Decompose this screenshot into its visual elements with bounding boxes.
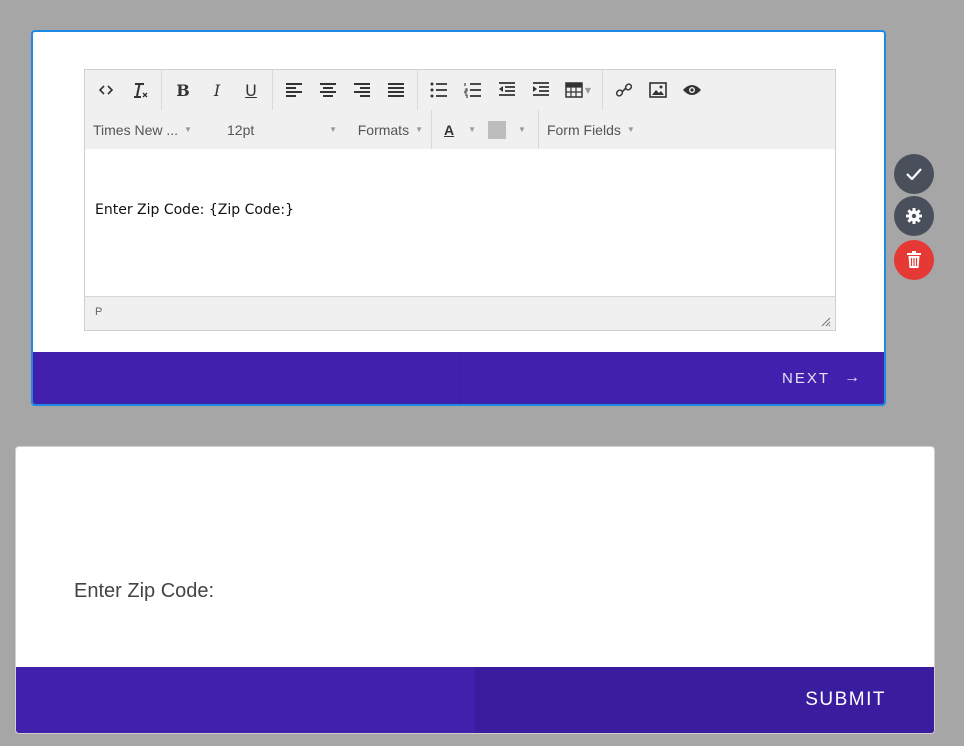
next-button-label: NEXT [781, 369, 830, 387]
table-icon[interactable]: ▼ [561, 76, 595, 104]
editor-content-area[interactable]: Enter Zip Code: {Zip Code:} [85, 149, 835, 296]
chevron-down-icon: ▼ [518, 125, 526, 134]
settings-button[interactable] [894, 196, 934, 236]
align-left-icon[interactable] [280, 76, 308, 104]
resize-handle-icon[interactable] [821, 317, 831, 327]
chevron-down-icon: ▼ [626, 125, 635, 134]
image-icon[interactable] [644, 76, 672, 104]
toolbar-group-source [85, 70, 162, 110]
zip-code-label: Enter Zip Code: [74, 580, 215, 602]
formats-dropdown[interactable]: Formats ▼ [345, 110, 431, 149]
numbered-list-icon[interactable] [459, 76, 487, 104]
toolbar-group-insert [603, 70, 713, 110]
preview-card: Enter Zip Code: SUBMIT [15, 446, 935, 734]
delete-button[interactable] [894, 240, 934, 280]
editor-status-bar: P [85, 296, 835, 330]
arrow-right-icon: → [844, 369, 860, 386]
toolbar-row-1: B I U ▼ [85, 70, 835, 110]
gear-icon [906, 208, 922, 224]
background-color-button[interactable]: ▼ [482, 110, 532, 149]
chevron-down-icon: ▼ [584, 85, 592, 95]
preview-icon[interactable] [678, 76, 706, 104]
font-size-dropdown[interactable]: 12pt ▼ [219, 110, 345, 149]
link-icon[interactable] [610, 76, 638, 104]
editor-card-footer: NEXT → [33, 352, 884, 404]
align-justify-icon[interactable] [382, 76, 410, 104]
bullet-list-icon[interactable] [425, 76, 453, 104]
text-color-button[interactable]: A ▼ [438, 110, 482, 149]
toolbar-row-2: Times New ... ▼ 12pt ▼ Formats ▼ A ▼ ▼ F… [85, 110, 835, 149]
font-family-dropdown[interactable]: Times New ... ▼ [85, 110, 219, 149]
trash-icon [907, 251, 921, 268]
form-fields-label: Form Fields [546, 121, 621, 138]
toolbar-group-fields: Form Fields ▼ [539, 110, 643, 149]
rich-text-editor: B I U ▼ Times New ... ▼ 12pt ▼ Formats ▼… [84, 69, 836, 331]
bold-icon[interactable]: B [169, 76, 197, 104]
chevron-down-icon: ▼ [184, 125, 192, 134]
outdent-icon[interactable] [493, 76, 521, 104]
editor-content-text[interactable]: Enter Zip Code: {Zip Code:} [95, 202, 294, 218]
footer-divider [460, 352, 461, 404]
check-icon [906, 168, 922, 180]
toolbar-group-lists: ▼ [418, 70, 603, 110]
align-center-icon[interactable] [314, 76, 342, 104]
indent-icon[interactable] [527, 76, 555, 104]
background-color-swatch [488, 120, 507, 139]
toolbar-group-fonts: Times New ... ▼ 12pt ▼ Formats ▼ [85, 110, 432, 149]
clear-format-icon[interactable] [126, 76, 154, 104]
italic-icon[interactable]: I [203, 76, 231, 104]
toolbar-group-align [273, 70, 418, 110]
next-button[interactable]: NEXT → [782, 352, 860, 404]
form-fields-dropdown[interactable]: Form Fields ▼ [539, 110, 643, 149]
toolbar-group-style: B I U [162, 70, 273, 110]
chevron-down-icon: ▼ [415, 125, 423, 134]
align-right-icon[interactable] [348, 76, 376, 104]
chevron-down-icon: ▼ [468, 125, 477, 134]
chevron-down-icon: ▼ [329, 125, 337, 134]
preview-card-footer: SUBMIT [16, 667, 934, 733]
toolbar-group-colors: A ▼ ▼ [432, 110, 539, 149]
editor-card: B I U ▼ Times New ... ▼ 12pt ▼ Formats ▼… [31, 30, 886, 406]
formats-label: Formats [357, 121, 410, 138]
font-size-value: 12pt [227, 121, 255, 138]
confirm-button[interactable] [894, 154, 934, 194]
text-color-icon: A [444, 121, 455, 138]
underline-icon[interactable]: U [237, 76, 265, 104]
font-family-value: Times New ... [93, 121, 179, 138]
element-path[interactable]: P [95, 306, 102, 318]
submit-button[interactable]: SUBMIT [805, 667, 886, 733]
source-code-icon[interactable] [92, 76, 120, 104]
